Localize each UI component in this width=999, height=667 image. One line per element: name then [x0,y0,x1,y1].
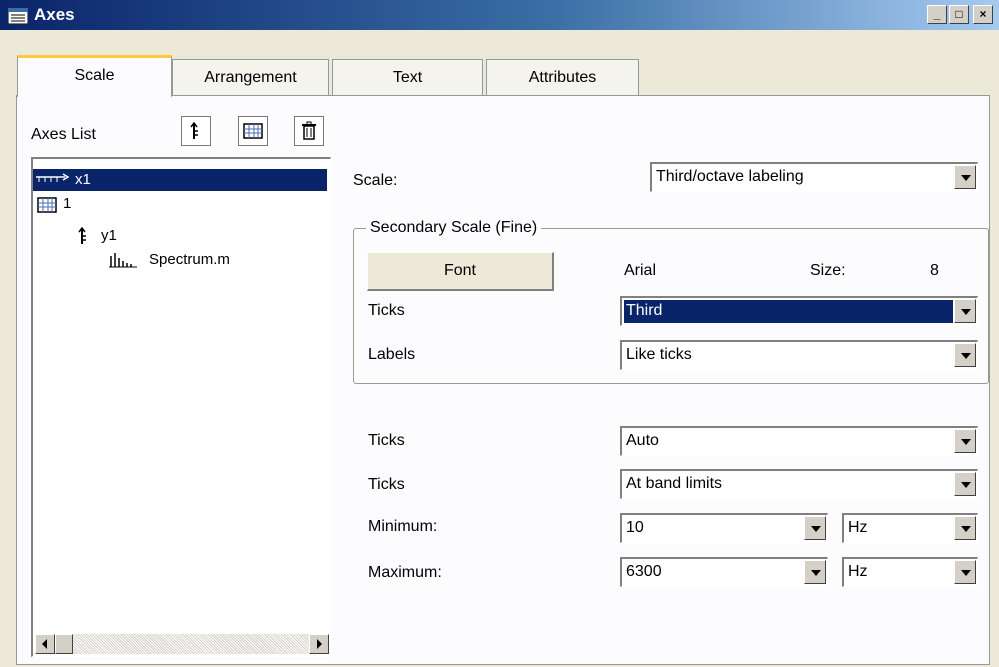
tab-scale[interactable]: Scale [17,55,172,97]
minimum-input[interactable]: 10 [620,513,828,543]
ticks-label: Ticks [368,432,405,449]
arrow-right-icon [317,639,322,649]
font-button[interactable]: Font [367,252,554,291]
tree-item-label: x1 [75,171,91,188]
scroll-right-button[interactable] [309,634,329,654]
tree-item-spectrum[interactable]: Spectrum.m [107,249,267,271]
axes-list-label: Axes List [31,126,96,143]
ticks-position-value: At band limits [626,475,723,492]
scroll-left-button[interactable] [35,634,55,654]
secondary-labels-select[interactable]: Like ticks [620,340,978,370]
maximum-label: Maximum: [368,564,442,581]
dropdown-arrow-icon[interactable] [954,516,976,540]
size-label: Size: [810,262,846,279]
font-name: Arial [624,262,657,279]
x-axis-icon [36,173,70,182]
ticks-position-label: Ticks [368,476,405,493]
window-icon [7,7,29,29]
maximum-unit-select[interactable]: Hz [842,557,978,587]
maximize-button[interactable]: □ [949,5,969,24]
minimum-value[interactable]: 10 [624,517,803,540]
secondary-labels-value: Like ticks [626,346,692,363]
axis-icon [190,121,198,139]
dropdown-arrow-icon[interactable] [954,343,976,367]
minimize-button[interactable]: _ [927,5,947,24]
minimum-label: Minimum: [368,518,438,535]
y-axis-icon [78,227,86,244]
add-axis-button[interactable] [181,116,211,146]
size-value: 8 [930,262,939,279]
scale-value: Third/octave labeling [656,168,804,185]
secondary-labels-label: Labels [368,346,416,363]
maximum-value[interactable]: 6300 [624,561,803,584]
arrow-left-icon [42,639,47,649]
delete-button[interactable] [294,116,324,146]
tab-arrangement[interactable]: Arrangement [172,59,329,95]
dropdown-arrow-icon[interactable] [954,165,976,189]
tab-text[interactable]: Text [332,59,483,95]
dropdown-arrow-icon[interactable] [954,429,976,453]
secondary-ticks-select[interactable]: Third [620,296,978,326]
scale-label: Scale: [353,172,398,189]
dropdown-arrow-icon[interactable] [804,516,826,540]
dropdown-arrow-icon[interactable] [954,472,976,496]
add-system-button[interactable] [238,116,268,146]
tree-item-label: Spectrum.m [149,251,230,268]
axes-tree[interactable]: x1 1 y1 Spectrum.m [31,157,331,657]
trash-icon [302,121,316,140]
dropdown-arrow-icon[interactable] [804,560,826,584]
secondary-scale-title: Secondary Scale (Fine) [366,219,542,237]
maximum-input[interactable]: 6300 [620,557,828,587]
scale-select[interactable]: Third/octave labeling [650,162,978,192]
close-button[interactable]: × [973,5,993,24]
minimum-unit-select[interactable]: Hz [842,513,978,543]
ticks-position-select[interactable]: At band limits [620,469,978,499]
scroll-thumb[interactable] [55,634,73,654]
tab-attributes[interactable]: Attributes [486,59,639,95]
tree-item-label: 1 [63,195,72,212]
tree-item-x1[interactable]: x1 [33,169,327,191]
dropdown-arrow-icon[interactable] [954,560,976,584]
dropdown-arrow-icon[interactable] [954,299,976,323]
secondary-ticks-value: Third [624,300,953,323]
tree-item-system-1[interactable]: 1 [33,193,93,215]
grid-icon [243,123,263,139]
tree-item-label: y1 [101,227,117,244]
tree-item-y1[interactable]: y1 [73,225,153,247]
horizontal-scrollbar[interactable] [35,634,329,654]
maximum-unit-value: Hz [848,563,868,580]
title-bar: Axes _ □ × [0,0,999,30]
window-title: Axes [34,5,75,24]
ticks-value: Auto [626,432,659,449]
secondary-ticks-label: Ticks [368,302,405,319]
system-grid-icon [37,197,57,213]
spectrum-icon [109,253,137,268]
ticks-select[interactable]: Auto [620,426,978,456]
minimum-unit-value: Hz [848,519,868,536]
